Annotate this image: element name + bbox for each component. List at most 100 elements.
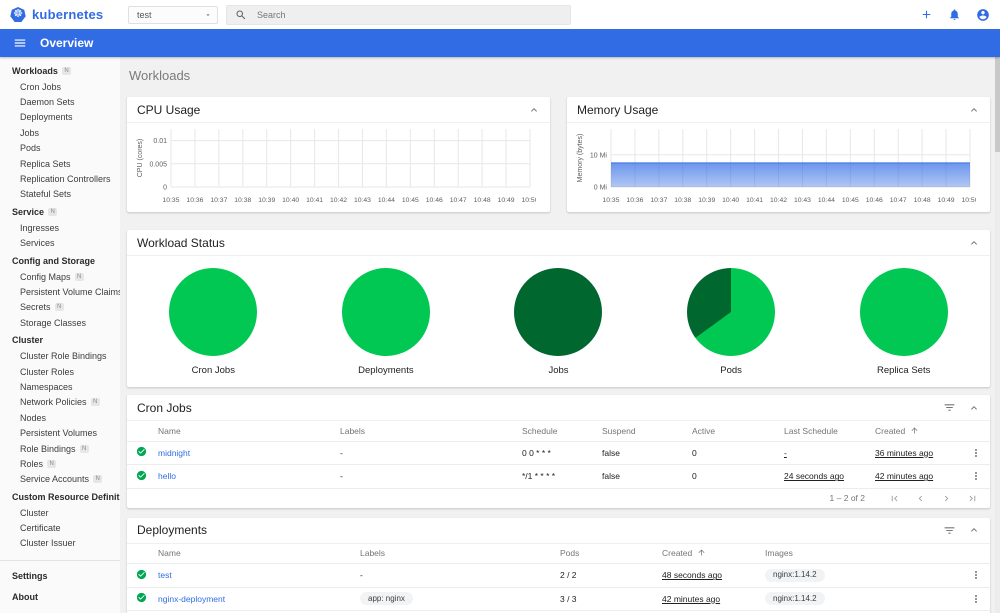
resource-link[interactable]: midnight xyxy=(158,448,190,458)
row-actions-button[interactable] xyxy=(970,593,982,605)
table-cell: - xyxy=(335,464,517,489)
sidebar-item-replication-controllers[interactable]: Replication Controllers xyxy=(0,171,120,186)
workload-pie-cron-jobs: Cron Jobs xyxy=(127,268,300,376)
search-input[interactable] xyxy=(255,8,562,21)
create-resource-button[interactable] xyxy=(920,8,933,21)
sidebar-item-cluster-issuer[interactable]: Cluster Issuer xyxy=(0,536,120,551)
svg-text:10:37: 10:37 xyxy=(650,197,667,204)
header-actions xyxy=(920,8,1000,22)
row-actions-button[interactable] xyxy=(970,447,982,459)
pagination-range: 1 – 2 of 2 xyxy=(829,493,865,503)
sidebar-section-cluster[interactable]: Cluster xyxy=(0,332,120,348)
hamburger-menu-icon xyxy=(14,39,26,47)
svg-text:10:39: 10:39 xyxy=(258,197,275,204)
collapse-deployments-button[interactable] xyxy=(968,524,980,536)
sidebar-item-stateful-sets[interactable]: Stateful Sets xyxy=(0,187,120,202)
column-header-labels[interactable]: Labels xyxy=(335,421,517,442)
sidebar-item-about[interactable]: About xyxy=(0,587,120,606)
status-cell xyxy=(127,563,153,588)
table-cell: */1 * * * * xyxy=(517,464,597,489)
resource-link[interactable]: nginx-deployment xyxy=(158,594,225,604)
namespaced-badge: N xyxy=(74,272,84,281)
resource-link[interactable]: hello xyxy=(158,471,176,481)
search-icon xyxy=(236,10,246,19)
collapse-memory-card-button[interactable] xyxy=(968,104,980,116)
notifications-button[interactable] xyxy=(948,8,961,21)
user-account-button[interactable] xyxy=(976,8,990,22)
filter-cron-jobs-button[interactable] xyxy=(943,401,956,414)
column-header-schedule[interactable]: Schedule xyxy=(517,421,597,442)
svg-text:10:40: 10:40 xyxy=(722,197,739,204)
sidebar-item-jobs[interactable]: Jobs xyxy=(0,125,120,140)
column-header-suspend[interactable]: Suspend xyxy=(597,421,687,442)
column-header-blank xyxy=(127,543,153,564)
brand-text: kubernetes xyxy=(32,7,104,22)
sidebar-item-cluster-roles[interactable]: Cluster Roles xyxy=(0,364,120,379)
sidebar-item-cron-jobs[interactable]: Cron Jobs xyxy=(0,79,120,94)
next-page-button[interactable] xyxy=(941,493,952,504)
sidebar-item-service-accounts[interactable]: Service Accounts N xyxy=(0,472,120,487)
collapse-workload-status-button[interactable] xyxy=(968,237,980,249)
sidebar-item-nodes[interactable]: Nodes xyxy=(0,410,120,425)
sidebar-item-deployments[interactable]: Deployments xyxy=(0,110,120,125)
sidebar-section-service[interactable]: Service N xyxy=(0,204,120,220)
column-header-labels[interactable]: Labels xyxy=(355,543,555,564)
sidebar-item-cluster[interactable]: Cluster xyxy=(0,505,120,520)
sidebar-item-secrets[interactable]: Secrets N xyxy=(0,300,120,315)
row-actions-button[interactable] xyxy=(970,470,982,482)
sidebar-item-storage-classes[interactable]: Storage Classes xyxy=(0,315,120,330)
sidebar-item-pods[interactable]: Pods xyxy=(0,141,120,156)
resource-link[interactable]: test xyxy=(158,570,172,580)
brand-home-link[interactable]: ☸ kubernetes xyxy=(0,7,118,22)
namespace-selector[interactable]: test xyxy=(128,5,218,24)
row-actions-button[interactable] xyxy=(970,569,982,581)
filter-deployments-button[interactable] xyxy=(943,524,956,537)
column-header-created[interactable]: Created xyxy=(657,543,760,564)
sidebar-item-roles[interactable]: Roles N xyxy=(0,456,120,471)
sidebar-item-certificate[interactable]: Certificate xyxy=(0,520,120,535)
sidebar-section-custom-resource-definitions[interactable]: Custom Resource Definitions xyxy=(0,489,120,505)
first-page-button[interactable] xyxy=(889,493,900,504)
svg-text:10:49: 10:49 xyxy=(938,197,955,204)
last-page-button[interactable] xyxy=(967,493,978,504)
status-ok-icon xyxy=(136,447,147,457)
column-header-active[interactable]: Active xyxy=(687,421,779,442)
sidebar-item-config-maps[interactable]: Config Maps N xyxy=(0,269,120,284)
table-row: nginx-deployment app: nginx 3 / 3 42 minute… xyxy=(127,587,990,611)
column-header-last-schedule[interactable]: Last Schedule xyxy=(779,421,870,442)
svg-text:10:40: 10:40 xyxy=(282,197,299,204)
sidebar-item-role-bindings[interactable]: Role Bindings N xyxy=(0,441,120,456)
column-header-name[interactable]: Name xyxy=(153,543,355,564)
sidebar-item-settings[interactable]: Settings xyxy=(0,566,120,585)
column-header-images[interactable]: Images xyxy=(760,543,961,564)
sidebar-toggle-button[interactable] xyxy=(13,36,27,50)
label-chip: app: nginx xyxy=(360,592,413,606)
memory-usage-card: Memory Usage 10:35 10:36 10:37 10:38 10:39 10… xyxy=(567,97,990,212)
sidebar-item-persistent-volume-claims[interactable]: Persistent Volume ClaimsN xyxy=(0,284,120,299)
search-bar[interactable] xyxy=(226,4,571,25)
sidebar-item-persistent-volumes[interactable]: Persistent Volumes xyxy=(0,425,120,440)
scrollbar-track[interactable] xyxy=(995,57,1000,613)
sidebar-item-network-policies[interactable]: Network Policies N xyxy=(0,395,120,410)
collapse-cron-jobs-button[interactable] xyxy=(968,402,980,414)
sidebar-section-config-and-storage[interactable]: Config and Storage xyxy=(0,253,120,269)
column-header-created[interactable]: Created xyxy=(870,421,961,442)
column-header-name[interactable]: Name xyxy=(153,421,335,442)
workload-pie-replica-sets: Replica Sets xyxy=(817,268,990,376)
svg-text:0: 0 xyxy=(163,185,167,192)
workload-status-title: Workload Status xyxy=(137,235,225,250)
namespaced-badge: N xyxy=(90,398,100,407)
sidebar-item-services[interactable]: Services xyxy=(0,236,120,251)
sidebar-item-replica-sets[interactable]: Replica Sets xyxy=(0,156,120,171)
sidebar-item-cluster-role-bindings[interactable]: Cluster Role Bindings xyxy=(0,348,120,363)
sidebar-item-namespaces[interactable]: Namespaces xyxy=(0,379,120,394)
collapse-cpu-card-button[interactable] xyxy=(528,104,540,116)
column-header-pods[interactable]: Pods xyxy=(555,543,657,564)
sidebar-item-ingresses[interactable]: Ingresses xyxy=(0,220,120,235)
scrollbar-thumb[interactable] xyxy=(995,57,1000,152)
sidebar-section-workloads[interactable]: Workloads N xyxy=(0,63,120,79)
more-vert-icon xyxy=(974,448,977,457)
svg-text:Memory (bytes): Memory (bytes) xyxy=(577,134,584,183)
previous-page-button[interactable] xyxy=(915,493,926,504)
sidebar-item-daemon-sets[interactable]: Daemon Sets xyxy=(0,94,120,109)
